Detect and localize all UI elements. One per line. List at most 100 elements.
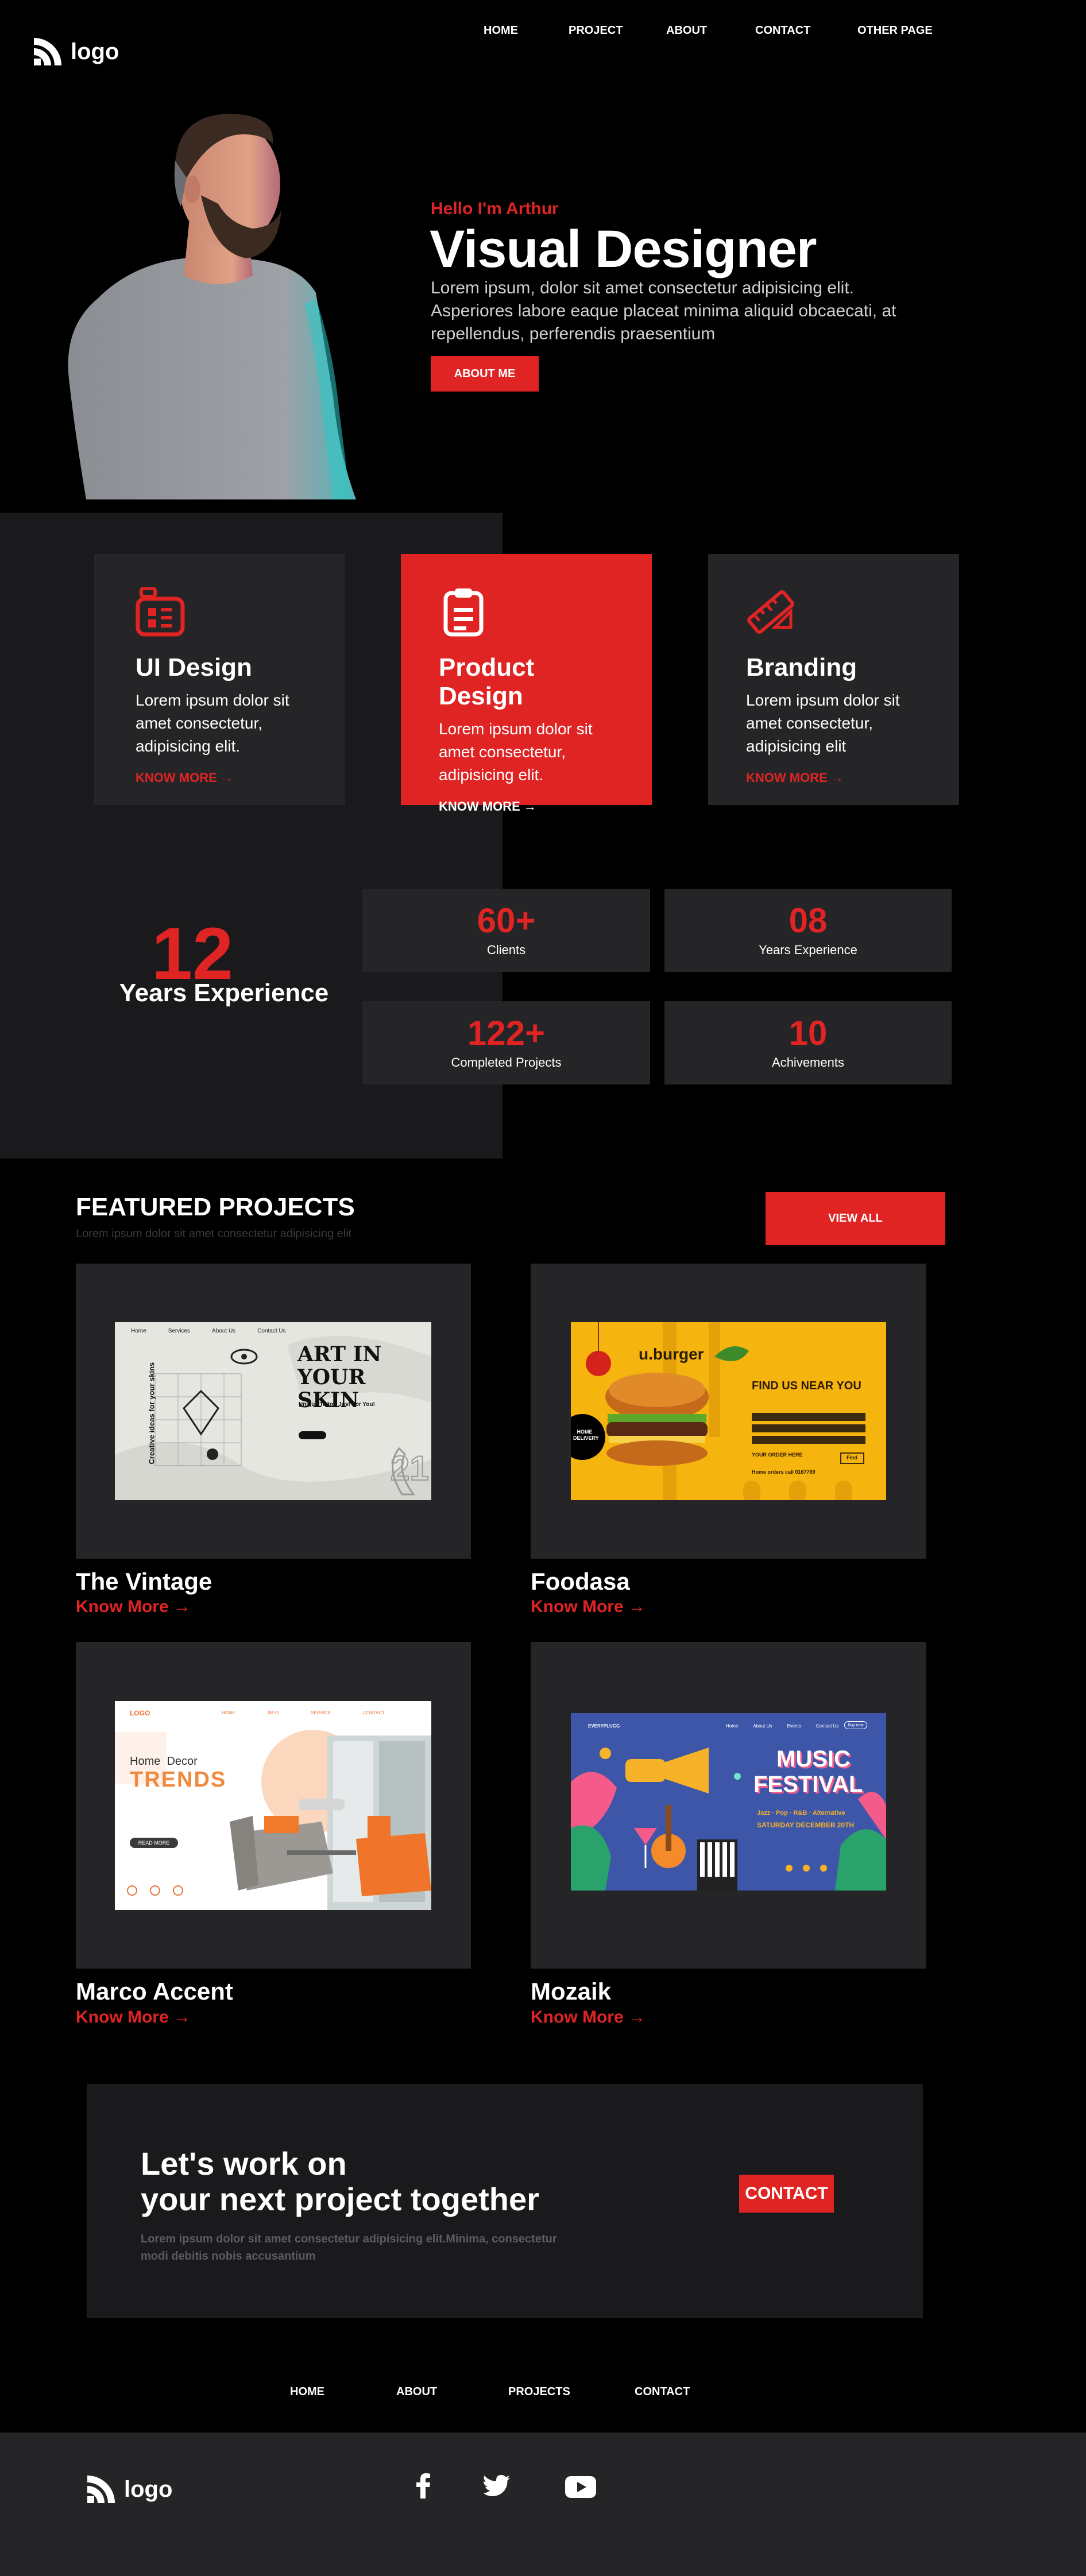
clipboard-icon [443,588,484,637]
projects-subtitle: Lorem ipsum dolor sit amet consectetur a… [76,1227,352,1240]
footer-nav-about[interactable]: ABOUT [396,2385,437,2399]
stat-label: Years Experience [759,942,857,957]
stat-value: 08 [789,901,828,940]
hero-title: Visual Designer [430,220,817,278]
thumb-date: SATURDAY DECEMBER 20TH [757,1821,855,1829]
contact-button[interactable]: CONTACT [739,2175,834,2213]
service-card-ui-design[interactable]: UI Design Lorem ipsum dolor sit amet con… [94,554,345,805]
thumb-line1: Home Decor [130,1755,198,1768]
cta-section: Let's work on your next project together… [87,2084,923,2318]
project-thumbnail: LOGO HOME INFO SERVICE CONTACT Home Deco… [115,1701,431,1910]
twitter-icon[interactable] [484,2475,510,2497]
nav-other-page[interactable]: OTHER PAGE [857,24,933,37]
projects-title: FEATURED PROJECTS [76,1193,355,1221]
nav-contact[interactable]: CONTACT [755,24,810,37]
footer-nav-projects[interactable]: PROJECTS [508,2385,570,2399]
thumb-line2: TRENDS [130,1768,227,1792]
logo-text: logo [71,38,119,64]
project-thumbnail: u.burger HOME DELIVERY FIND US NEAR YOU … [571,1322,886,1500]
thumb-side-text: Creative ideas for your skins [147,1362,156,1465]
stat-value: 10 [789,1013,828,1052]
thumb-brand: u.burger [639,1345,704,1363]
logo-text: logo [124,2476,173,2502]
thumb-note: Home orders call 0167789 [752,1469,816,1475]
footer-logo[interactable]: logo [85,2473,172,2505]
nav-about[interactable]: ABOUT [666,24,707,37]
footer: logo [0,2432,1086,2576]
hero-portrait [63,109,362,499]
service-title: UI Design [136,653,252,681]
cta-title: Let's work on your next project together [141,2145,539,2217]
project-card-foodasa[interactable]: u.burger HOME DELIVERY FIND US NEAR YOU … [531,1264,926,1559]
project-card-the-vintage[interactable]: Home Services About Us Contact Us Creati… [76,1264,471,1559]
thumb-nav: HOME INFO SERVICE CONTACT [222,1710,385,1715]
sofa-illustration [115,1730,431,1910]
project-title: Mozaik [531,1978,612,2005]
service-description: Lorem ipsum dolor sit amet consectetur, … [439,720,593,784]
youtube-icon[interactable] [565,2476,596,2498]
project-know-more-link[interactable]: Know More → [76,1597,191,1617]
thumb-tags: Jazz · Pop · R&B · Alternative [757,1810,845,1816]
nav-project[interactable]: PROJECT [569,24,623,37]
view-all-button[interactable]: VIEW ALL [766,1192,945,1245]
service-card-product-design[interactable]: Product Design Lorem ipsum dolor sit ame… [401,554,652,814]
stat-years: 08 Years Experience [664,889,952,972]
thumb-logo: LOGO [130,1709,150,1717]
stat-achievements: 10 Achivements [664,1001,952,1084]
thumb-brand: EVERYPLUGG [588,1723,620,1729]
festival-illustration [571,1748,886,1891]
stat-completed-projects: 122+ Completed Projects [362,1001,650,1084]
facebook-icon[interactable] [416,2473,431,2498]
about-me-button[interactable]: ABOUT ME [431,356,539,392]
stat-clients: 60+ Clients [362,889,650,972]
header-logo[interactable]: logo [32,36,119,68]
stat-value: 122+ [467,1013,546,1052]
logo-icon [34,38,61,65]
experience-label: Years Experience [119,979,329,1007]
service-description: Lorem ipsum dolor sit amet consectetur, … [746,691,900,755]
project-title: Foodasa [531,1568,630,1595]
project-card-marco-accent[interactable]: LOGO HOME INFO SERVICE CONTACT Home Deco… [76,1642,471,1969]
ruler-icon [747,590,794,634]
project-know-more-link[interactable]: Know More → [531,1597,646,1617]
thumb-button: Buy now [844,1721,867,1729]
service-card-branding[interactable]: Branding Lorem ipsum dolor sit amet cons… [708,554,959,805]
stat-label: Clients [486,942,526,957]
keypad-icon [136,587,185,637]
stat-label: Achivements [772,1055,844,1070]
service-know-more-link[interactable]: KNOW MORE → [746,770,844,785]
service-title: Branding [746,653,857,681]
logo-icon [87,2476,115,2503]
thumb-badge: HOME DELIVERY [573,1429,599,1441]
burger-illustration [571,1322,865,1500]
project-thumbnail: Home Services About Us Contact Us Creati… [115,1322,431,1500]
thumb-number: 21 [390,1448,430,1488]
thumb-cta: Find [847,1455,857,1461]
stat-value: 60+ [477,901,536,940]
stat-label: Completed Projects [451,1055,562,1070]
thumb-title: MUSIC FESTIVAL [753,1746,863,1797]
project-title: The Vintage [76,1568,212,1595]
thumb-nav: Home About Us Events Contact Us [726,1723,839,1729]
thumb-button: READ MORE [130,1838,178,1848]
cta-description: Lorem ipsum dolor sit amet consectetur a… [141,2233,557,2263]
hero-greeting: Hello I'm Arthur [431,199,559,218]
service-title: Product Design [439,653,535,710]
project-thumbnail: EVERYPLUGG Home About Us Events Contact … [571,1713,886,1891]
footer-nav-contact[interactable]: CONTACT [635,2385,690,2399]
project-card-mozaik[interactable]: EVERYPLUGG Home About Us Events Contact … [531,1642,926,1969]
project-know-more-link[interactable]: Know More → [531,2008,646,2027]
thumb-headline: FIND US NEAR YOU [752,1380,861,1392]
thumb-subtext: Unique Tattoo Just For You! [299,1401,375,1408]
service-description: Lorem ipsum dolor sit amet consectetur, … [136,691,289,755]
project-title: Marco Accent [76,1978,233,2005]
thumb-nav: Home Services About Us Contact Us [131,1328,286,1334]
service-know-more-link[interactable]: KNOW MORE → [136,770,233,785]
nav-home[interactable]: HOME [484,24,518,37]
hero-description: Lorem ipsum, dolor sit amet consectetur … [431,278,896,343]
footer-nav-home[interactable]: HOME [290,2385,324,2399]
thumb-order: YOUR ORDER HERE [752,1452,803,1458]
service-know-more-link[interactable]: KNOW MORE → [439,799,536,814]
thumb-button [299,1431,326,1439]
project-know-more-link[interactable]: Know More → [76,2008,191,2027]
